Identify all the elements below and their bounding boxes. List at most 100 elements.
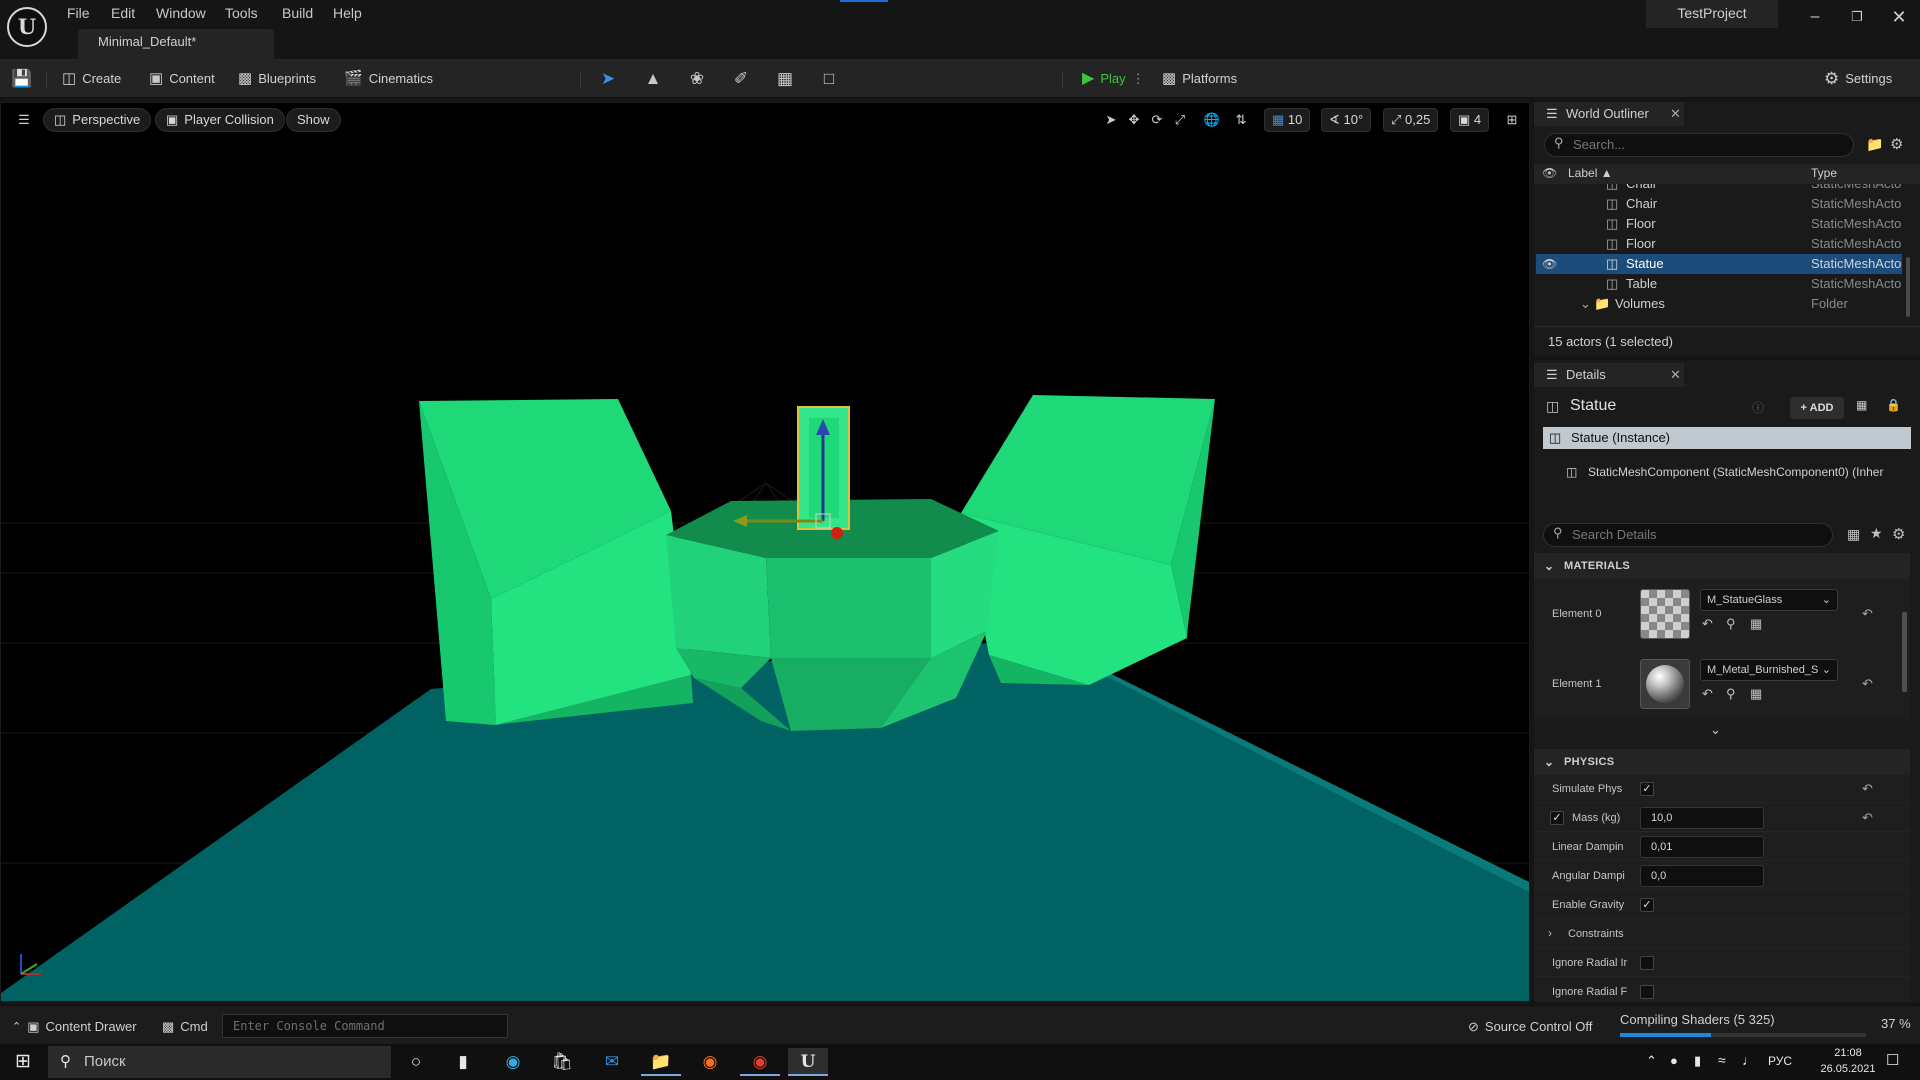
ignore-radial-impulse-checkbox[interactable] bbox=[1640, 956, 1654, 970]
list-item[interactable]: ◫ Chair StaticMeshActo bbox=[1534, 194, 1920, 214]
list-item-selected[interactable]: 👁 ◫ Statue StaticMeshActo bbox=[1536, 254, 1902, 274]
browse-back-icon[interactable]: ↶ bbox=[1702, 616, 1713, 632]
menu-window[interactable]: Window bbox=[156, 3, 206, 23]
actor-name[interactable]: Statue bbox=[1570, 397, 1616, 415]
folder-item[interactable]: ⌄ 📁 Volumes Folder bbox=[1534, 294, 1920, 314]
cmd-button[interactable]: ▩ Cmd bbox=[162, 1016, 208, 1038]
close-icon[interactable]: ✕ bbox=[1670, 363, 1681, 387]
platforms-button[interactable]: ▩ Platforms bbox=[1162, 66, 1237, 92]
mass-input[interactable]: 10,0 bbox=[1640, 807, 1764, 829]
world-outliner-tab[interactable]: ☰ World Outliner ✕ bbox=[1534, 102, 1684, 126]
save-icon[interactable]: 💾 bbox=[10, 67, 34, 91]
content-button[interactable]: ▣ Content bbox=[149, 66, 215, 92]
mesh-paint-mode-icon[interactable]: ✐ bbox=[729, 67, 753, 91]
expand-more-icon[interactable]: ⌄ bbox=[1710, 722, 1721, 738]
mass-override-checkbox[interactable]: ✓ bbox=[1550, 811, 1564, 825]
clock-time[interactable]: 21:08 bbox=[1818, 1047, 1878, 1059]
landscape-mode-icon[interactable]: ▲ bbox=[641, 67, 665, 91]
unreal-engine-taskbar-icon[interactable]: U bbox=[788, 1048, 828, 1076]
store-icon[interactable]: 🛍 bbox=[542, 1048, 582, 1076]
angular-damping-input[interactable]: 0,0 bbox=[1640, 865, 1764, 887]
source-control-button[interactable]: ⊘ Source Control Off bbox=[1468, 1016, 1592, 1038]
console-input[interactable]: Enter Console Command bbox=[222, 1014, 508, 1038]
column-label[interactable]: Label ▲ bbox=[1568, 166, 1613, 180]
material-thumbnail[interactable] bbox=[1640, 589, 1690, 639]
chrome-icon[interactable]: ◉ bbox=[740, 1048, 780, 1076]
reset-icon[interactable]: ↶ bbox=[1862, 810, 1873, 826]
restore-icon[interactable]: ❐ bbox=[1840, 4, 1874, 30]
table-view-icon[interactable]: ▦ bbox=[1847, 526, 1860, 543]
microphone-icon[interactable]: ● bbox=[1670, 1053, 1678, 1068]
material-thumbnail[interactable] bbox=[1640, 659, 1690, 709]
browse-back-icon[interactable]: ↶ bbox=[1702, 686, 1713, 702]
list-item[interactable]: ◫ Chair StaticMeshActo bbox=[1534, 184, 1920, 194]
world-space-icon[interactable]: 🌐 bbox=[1201, 109, 1223, 131]
details-search-input[interactable]: Search Details bbox=[1543, 523, 1833, 547]
chevron-down-icon[interactable]: ⌄ bbox=[1580, 294, 1591, 314]
component-row[interactable]: ◫ StaticMeshComponent (StaticMeshCompone… bbox=[1566, 461, 1916, 483]
mail-icon[interactable]: ✉ bbox=[592, 1048, 632, 1076]
gear-icon[interactable]: ⚙ bbox=[1890, 135, 1903, 153]
folder-add-icon[interactable]: 📁 bbox=[1866, 136, 1883, 153]
checker-icon[interactable]: ▦ bbox=[1750, 686, 1762, 702]
list-item[interactable]: ◫ Floor StaticMeshActo bbox=[1534, 214, 1920, 234]
rotate-tool-icon[interactable]: ⟳ bbox=[1146, 109, 1168, 131]
camera-speed-button[interactable]: ▣ 4 bbox=[1450, 108, 1490, 132]
column-type[interactable]: Type bbox=[1811, 166, 1837, 180]
task-view-icon[interactable]: ▮ bbox=[443, 1048, 483, 1076]
edge-icon[interactable]: ◉ bbox=[493, 1048, 533, 1076]
reset-icon[interactable]: ↶ bbox=[1862, 781, 1873, 797]
linear-damping-input[interactable]: 0,01 bbox=[1640, 836, 1764, 858]
star-icon[interactable]: ★ bbox=[1870, 525, 1883, 542]
clock-date[interactable]: 26.05.2021 bbox=[1812, 1063, 1884, 1075]
foliage-mode-icon[interactable]: ❀ bbox=[685, 67, 709, 91]
cortana-icon[interactable]: ○ bbox=[396, 1048, 436, 1076]
level-tab[interactable]: Minimal_Default* bbox=[78, 29, 274, 59]
cinematics-button[interactable]: 🎬 Cinematics bbox=[344, 66, 433, 92]
play-options-icon[interactable]: ⋮ bbox=[1132, 66, 1145, 92]
windows-start-icon[interactable]: ⊞ bbox=[3, 1048, 43, 1076]
surface-snap-icon[interactable]: ⇅ bbox=[1230, 109, 1252, 131]
fracture-mode-icon[interactable]: ▦ bbox=[773, 67, 797, 91]
show-button[interactable]: Show bbox=[286, 108, 341, 132]
settings-button[interactable]: ⚙ Settings bbox=[1824, 66, 1892, 92]
notifications-icon[interactable]: ☐ bbox=[1886, 1051, 1899, 1069]
scale-tool-icon[interactable]: ⤢ bbox=[1169, 109, 1191, 131]
viewport-layout-icon[interactable]: ⊞ bbox=[1501, 109, 1523, 131]
content-drawer-button[interactable]: ⌃ ▣ Content Drawer bbox=[12, 1016, 137, 1038]
visibility-icon[interactable]: 👁 bbox=[1542, 166, 1557, 180]
material-select[interactable]: M_Metal_Burnished_S ⌄ bbox=[1700, 659, 1838, 681]
menu-help[interactable]: Help bbox=[333, 3, 362, 23]
scene-render[interactable] bbox=[1, 103, 1530, 1002]
battery-icon[interactable]: ▮ bbox=[1694, 1053, 1701, 1069]
language-indicator[interactable]: РУС bbox=[1768, 1054, 1792, 1068]
blueprint-icon[interactable]: ▦ bbox=[1856, 398, 1867, 412]
taskbar-search-input[interactable]: Поиск bbox=[48, 1046, 391, 1078]
unreal-logo-icon[interactable]: U bbox=[7, 7, 47, 47]
search-icon[interactable]: ⚲ bbox=[1726, 616, 1736, 632]
physics-section-header[interactable]: ⌄ PHYSICS bbox=[1534, 749, 1910, 775]
add-component-button[interactable]: + ADD bbox=[1790, 397, 1844, 419]
view-mode-button[interactable]: ▣ Player Collision bbox=[155, 108, 285, 132]
file-explorer-icon[interactable]: 📁 bbox=[641, 1048, 681, 1076]
material-select[interactable]: M_StatueGlass ⌄ bbox=[1700, 589, 1838, 611]
checker-icon[interactable]: ▦ bbox=[1750, 616, 1762, 632]
enable-gravity-checkbox[interactable]: ✓ bbox=[1640, 898, 1654, 912]
search-icon[interactable]: ⚲ bbox=[1726, 686, 1736, 702]
visibility-icon[interactable]: 👁 bbox=[1542, 254, 1557, 274]
scale-snap-button[interactable]: ⤢ 0,25 bbox=[1383, 108, 1439, 132]
wifi-icon[interactable]: ≈ bbox=[1718, 1052, 1726, 1068]
select-mode-icon[interactable]: ➤ bbox=[596, 67, 620, 91]
chevron-right-icon[interactable]: › bbox=[1548, 926, 1552, 940]
list-item[interactable]: ◫ Floor StaticMeshActo bbox=[1534, 234, 1920, 254]
menu-edit[interactable]: Edit bbox=[111, 3, 135, 23]
blueprints-button[interactable]: ▩ Blueprints bbox=[238, 66, 316, 92]
lock-icon[interactable]: 🔒 bbox=[1886, 398, 1901, 412]
close-icon[interactable]: ✕ bbox=[1670, 102, 1681, 126]
scrollbar[interactable] bbox=[1902, 612, 1907, 692]
firefox-icon[interactable]: ◉ bbox=[690, 1048, 730, 1076]
brush-edit-mode-icon[interactable]: □ bbox=[817, 67, 841, 91]
translate-tool-icon[interactable]: ✥ bbox=[1123, 109, 1145, 131]
viewport-menu-icon[interactable]: ☰ bbox=[13, 109, 35, 131]
reset-icon[interactable]: ↶ bbox=[1862, 676, 1873, 692]
